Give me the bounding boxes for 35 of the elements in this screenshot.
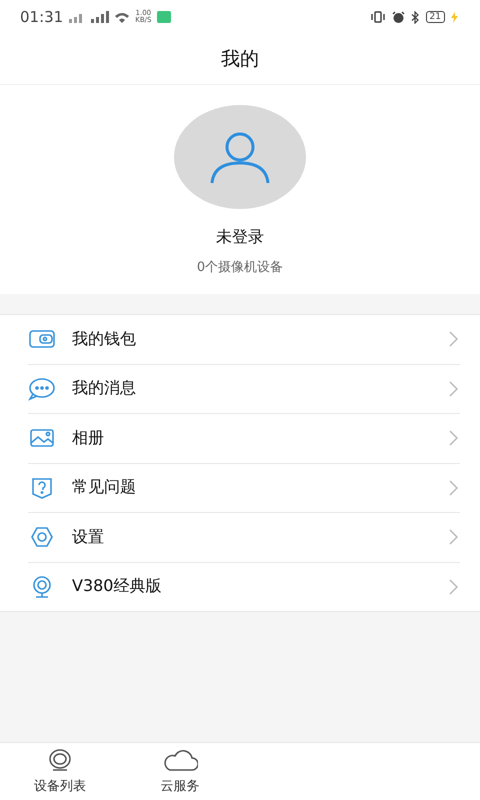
menu-label: 我的钱包 — [72, 328, 137, 350]
cloud-icon — [162, 748, 198, 772]
login-status[interactable]: 未登录 — [216, 227, 264, 248]
chevron-right-icon — [449, 578, 458, 595]
menu-item[interactable]: 设置 — [28, 513, 460, 562]
chevron-right-icon — [449, 480, 458, 496]
chevron-right-icon — [449, 331, 458, 348]
menu-item[interactable]: 我的钱包 — [28, 315, 460, 364]
bluetooth-icon — [410, 10, 420, 24]
chevron-right-icon — [449, 430, 458, 446]
alarm-icon — [392, 10, 405, 24]
menu-item[interactable]: 常见问题 — [28, 464, 460, 513]
status-time: 01:31 — [20, 8, 64, 26]
webcam-icon — [48, 748, 72, 772]
menu-item[interactable]: 我的消息 — [28, 364, 460, 414]
menu-label: 相册 — [72, 428, 105, 449]
tab-bar-item[interactable]: 设备列表 — [0, 743, 120, 800]
page-title: 我的 — [221, 47, 259, 72]
avatar-icon[interactable] — [174, 105, 306, 209]
menu-label: 常见问题 — [72, 477, 137, 498]
charging-icon — [451, 12, 458, 22]
signal-icon — [69, 11, 130, 23]
menu-label: V380经典版 — [72, 576, 162, 598]
chat-bubble-icon — [28, 376, 56, 401]
menu-label: 设置 — [72, 526, 105, 548]
chevron-right-icon — [449, 529, 458, 546]
device-count: 0个摄像机设备 — [196, 259, 284, 276]
chevron-right-icon — [449, 380, 458, 397]
menu-label: 我的消息 — [72, 378, 137, 400]
menu-item[interactable]: 相册 — [28, 414, 460, 464]
vibrate-icon — [370, 11, 386, 23]
tab-bar-item[interactable]: 云服务 — [120, 743, 240, 800]
gear-icon — [28, 525, 56, 550]
battery-level: 21 — [426, 11, 445, 23]
menu-item[interactable]: V380经典版 — [28, 562, 460, 611]
